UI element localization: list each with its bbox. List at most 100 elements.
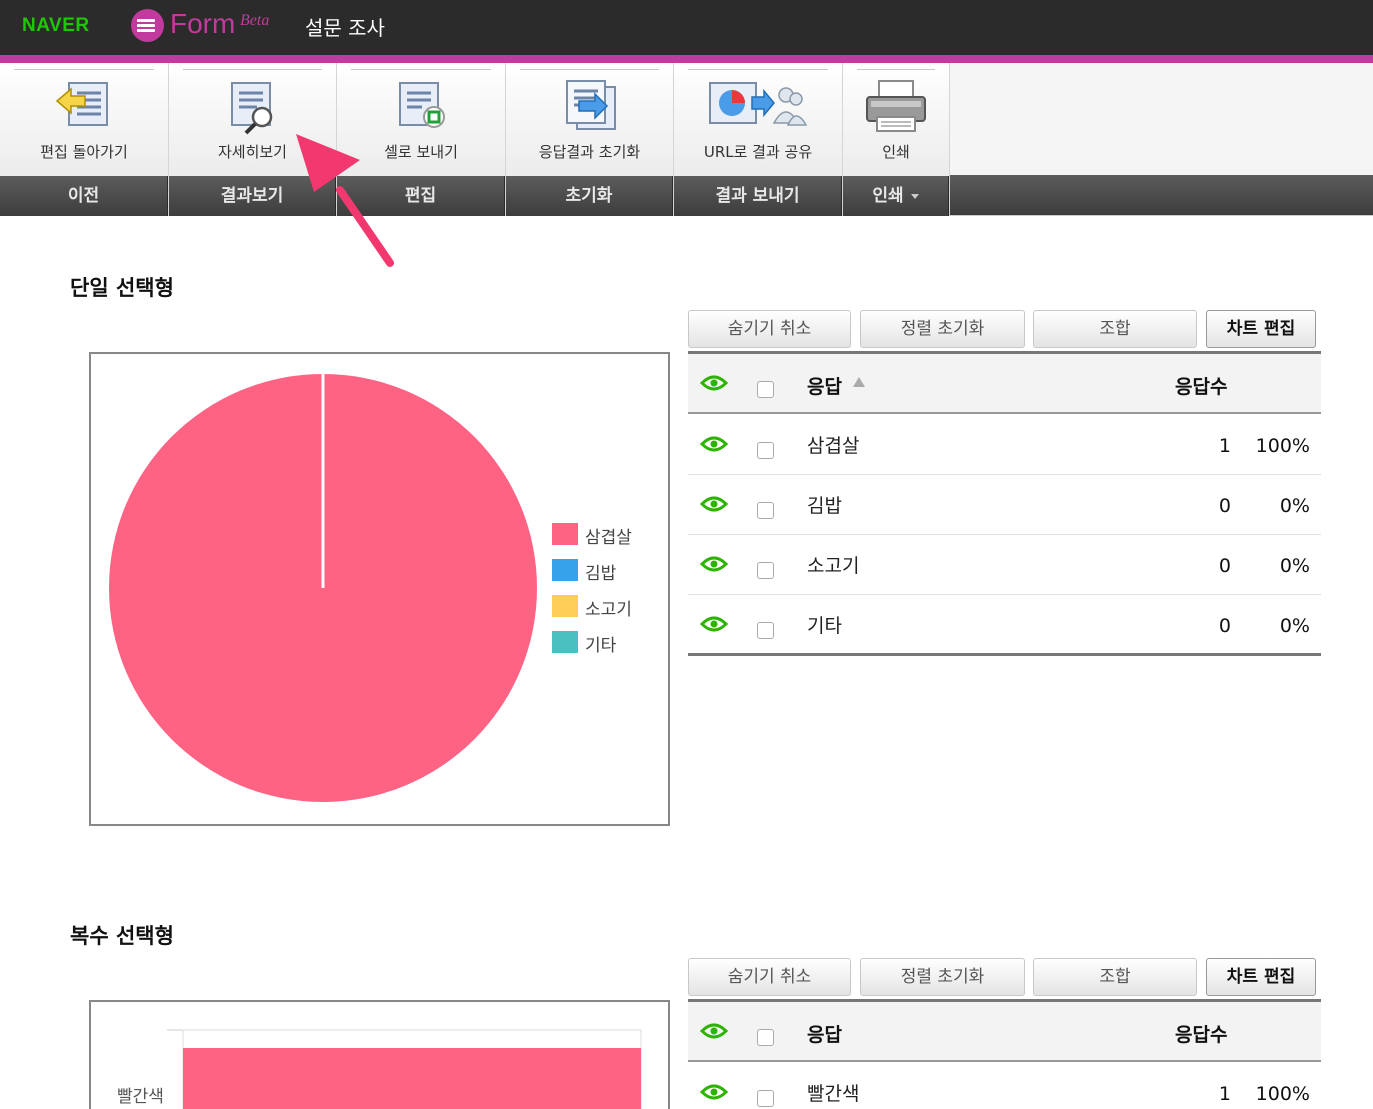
group-label-export: 결과 보내기	[674, 176, 842, 216]
select-all-checkbox[interactable]	[757, 381, 774, 398]
bar-chart	[167, 1029, 642, 1109]
accent-divider	[0, 55, 1373, 63]
tool-label-share-url[interactable]: URL로 결과 공유	[674, 141, 842, 162]
table-row: 삼겹살 1 100%	[688, 415, 1321, 475]
reset-results-icon[interactable]	[555, 79, 625, 137]
row-percent: 100%	[1255, 435, 1310, 457]
row-checkbox[interactable]	[757, 622, 774, 639]
printer-icon[interactable]	[865, 79, 927, 137]
table-row: 소고기 0 0%	[688, 535, 1321, 595]
legend-swatch-2	[552, 595, 578, 617]
row-response: 삼겹살	[807, 435, 860, 457]
form-logo-icon[interactable]	[131, 9, 164, 42]
header-response[interactable]: 응답	[807, 372, 842, 399]
row-percent: 0%	[1279, 615, 1310, 637]
bar-0[interactable]	[183, 1048, 641, 1109]
table-header: 응답 응답수	[688, 1002, 1321, 1062]
toolbar: 편집 돌아가기 이전 자세히보기 결과보기 셀로 보내기 편집 응답결과 초기화…	[0, 63, 1373, 216]
edit-chart-button[interactable]: 차트 편집	[1206, 958, 1316, 996]
results-table-multiple: 응답 응답수 빨간색 1 100%	[688, 999, 1321, 1109]
row-checkbox[interactable]	[757, 1090, 774, 1107]
tool-label-back-edit[interactable]: 편집 돌아가기	[0, 141, 168, 162]
section-multiple-buttons: 숨기기 취소 정렬 초기화 조합 차트 편집	[688, 958, 1318, 998]
bar-category-label-0: 빨간색	[117, 1087, 164, 1107]
row-response: 소고기	[807, 555, 860, 577]
group-label-print[interactable]: 인쇄	[843, 176, 949, 216]
header-response[interactable]: 응답	[807, 1020, 842, 1047]
row-percent: 100%	[1255, 1083, 1310, 1105]
top-bar: NAVER Form Beta 설문 조사	[0, 0, 1373, 55]
legend-swatch-0	[552, 523, 578, 545]
naver-logo[interactable]: NAVER	[22, 15, 90, 37]
eye-icon[interactable]	[700, 495, 728, 513]
eye-icon[interactable]	[700, 1083, 728, 1101]
row-checkbox[interactable]	[757, 562, 774, 579]
pie-chart-panel	[89, 352, 670, 826]
legend-label-3: 기타	[585, 636, 617, 656]
legend-item-0[interactable]: 삼겹살	[552, 522, 672, 548]
eye-icon[interactable]	[700, 374, 728, 392]
detail-view-icon[interactable]	[224, 79, 282, 139]
row-response: 기타	[807, 615, 842, 637]
eye-icon[interactable]	[700, 615, 728, 633]
legend-item-1[interactable]: 김밥	[552, 558, 672, 584]
annotation-arrow-icon	[296, 134, 394, 267]
tool-label-print[interactable]: 인쇄	[843, 141, 949, 162]
toolbar-group-print: 인쇄 인쇄	[843, 63, 950, 216]
group-label-reset: 초기화	[506, 176, 673, 216]
reset-sort-button[interactable]: 정렬 초기화	[860, 310, 1025, 348]
sort-asc-icon[interactable]	[853, 377, 865, 387]
toolbar-group-prev: 편집 돌아가기 이전	[0, 63, 169, 216]
bar-chart-panel: 빨간색	[89, 1000, 670, 1109]
legend-swatch-3	[552, 631, 578, 653]
results-table-single: 응답 응답수 삼겹살 1 100% 김밥 0 0% 소고기 0 0% 기타 0 …	[688, 351, 1321, 656]
row-response: 빨간색	[807, 1083, 860, 1105]
unhide-button[interactable]: 숨기기 취소	[688, 310, 851, 348]
row-count: 0	[1218, 615, 1231, 637]
share-url-icon[interactable]	[708, 79, 808, 135]
edit-chart-button[interactable]: 차트 편집	[1206, 310, 1316, 348]
table-row: 기타 0 0%	[688, 595, 1321, 655]
toolbar-group-export: URL로 결과 공유 결과 보내기	[674, 63, 843, 216]
header-count[interactable]: 응답수	[1175, 1020, 1227, 1047]
row-count: 0	[1218, 555, 1231, 577]
group-label-print-text: 인쇄	[872, 186, 904, 206]
legend-swatch-1	[552, 559, 578, 581]
legend-item-2[interactable]: 소고기	[552, 594, 672, 620]
legend-item-3[interactable]: 기타	[552, 630, 672, 656]
chevron-down-icon	[910, 193, 919, 199]
section-single-buttons: 숨기기 취소 정렬 초기화 조합 차트 편집	[688, 310, 1318, 350]
toolbar-group-reset: 응답결과 초기화 초기화	[506, 63, 674, 216]
combine-button[interactable]: 조합	[1033, 310, 1197, 348]
unhide-button[interactable]: 숨기기 취소	[688, 958, 851, 996]
toolbar-footer-fill	[950, 175, 1373, 215]
table-row: 빨간색 1 100%	[688, 1063, 1321, 1109]
eye-icon[interactable]	[700, 435, 728, 453]
table-header: 응답 응답수	[688, 354, 1321, 414]
beta-label: Beta	[240, 12, 270, 29]
reset-sort-button[interactable]: 정렬 초기화	[860, 958, 1025, 996]
table-row: 김밥 0 0%	[688, 475, 1321, 535]
row-checkbox[interactable]	[757, 502, 774, 519]
legend-label-0: 삼겹살	[585, 528, 632, 548]
row-count: 1	[1218, 1083, 1231, 1105]
select-all-checkbox[interactable]	[757, 1029, 774, 1046]
group-label-prev: 이전	[0, 176, 168, 216]
combine-button[interactable]: 조합	[1033, 958, 1197, 996]
row-count: 0	[1218, 495, 1231, 517]
eye-icon[interactable]	[700, 555, 728, 573]
row-count: 1	[1218, 435, 1231, 457]
section-title-single: 단일 선택형	[70, 276, 174, 300]
pie-chart	[109, 374, 537, 802]
tool-label-reset-results[interactable]: 응답결과 초기화	[506, 141, 673, 162]
legend-label-2: 소고기	[585, 600, 632, 620]
back-edit-icon[interactable]	[55, 79, 113, 135]
form-logo-text[interactable]: Form	[170, 8, 235, 40]
eye-icon[interactable]	[700, 1022, 728, 1040]
legend-label-1: 김밥	[585, 564, 617, 584]
header-count[interactable]: 응답수	[1175, 372, 1227, 399]
row-checkbox[interactable]	[757, 442, 774, 459]
row-percent: 0%	[1279, 495, 1310, 517]
row-percent: 0%	[1279, 555, 1310, 577]
row-response: 김밥	[807, 495, 842, 517]
